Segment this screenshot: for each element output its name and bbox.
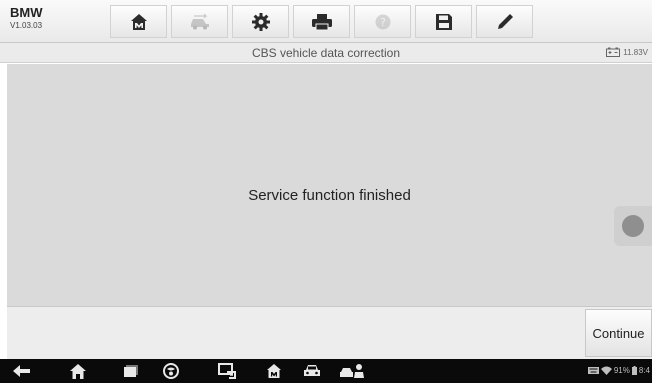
- back-button[interactable]: [12, 363, 32, 379]
- status-message: Service function finished: [248, 187, 411, 204]
- top-header: BMW V1.03.03 ?: [0, 0, 652, 43]
- status-bar: 91% 8:4: [587, 366, 650, 375]
- continue-button[interactable]: Continue: [585, 309, 652, 357]
- clock: 8:4: [638, 366, 650, 375]
- software-version: V1.03.03: [10, 21, 43, 30]
- recent-apps-button[interactable]: [122, 363, 140, 379]
- page-title: CBS vehicle data correction: [251, 46, 401, 60]
- keyboard-icon: [587, 367, 599, 374]
- system-navigation-bar: 91% 8:4: [0, 359, 652, 383]
- vehicle-swap-icon: [190, 13, 209, 29]
- print-icon: [311, 13, 332, 30]
- action-footer: Continue: [7, 306, 652, 359]
- floating-assist-button[interactable]: [614, 206, 652, 246]
- help-icon: ?: [375, 14, 390, 29]
- home-icon: [70, 363, 86, 379]
- help-button[interactable]: ?: [354, 5, 411, 38]
- vehicle-make: BMW: [10, 5, 43, 20]
- tablet-battery-icon: [631, 366, 637, 375]
- toolbar: ?: [110, 5, 537, 38]
- settings-gear-icon: [251, 12, 270, 31]
- browser-icon: [163, 363, 179, 379]
- browser-button[interactable]: [162, 363, 180, 379]
- save-button[interactable]: [415, 5, 472, 38]
- remote-icon: [218, 363, 236, 379]
- home-button[interactable]: [110, 5, 167, 38]
- message-panel: Service function finished: [7, 64, 652, 306]
- battery-percent: 91%: [613, 366, 630, 375]
- recent-apps-icon: [124, 365, 138, 377]
- pen-button[interactable]: [476, 5, 533, 38]
- vci-button[interactable]: [339, 363, 365, 379]
- vehicle-info: BMW V1.03.03: [10, 6, 43, 30]
- android-home-button[interactable]: [68, 363, 88, 379]
- assist-dot-icon: [622, 215, 644, 237]
- svg-text:?: ?: [380, 16, 386, 29]
- battery-voltage-indicator: 11.83V: [606, 47, 648, 57]
- vehicle-button[interactable]: [301, 363, 323, 379]
- vci-icon: [340, 364, 364, 378]
- vehicle-swap-button[interactable]: [171, 5, 228, 38]
- back-icon: [13, 365, 30, 377]
- print-button[interactable]: [293, 5, 350, 38]
- wifi-icon: [600, 366, 612, 375]
- save-icon: [435, 13, 452, 30]
- function-title-bar: CBS vehicle data correction 11.83V: [0, 43, 652, 63]
- car-battery-icon: [606, 47, 621, 57]
- pen-icon: [497, 13, 513, 29]
- maxisys-home-button[interactable]: [265, 363, 283, 379]
- mb-home-icon: [267, 364, 281, 378]
- car-icon: [304, 365, 320, 376]
- settings-button[interactable]: [232, 5, 289, 38]
- battery-voltage-value: 11.83V: [623, 47, 648, 57]
- remote-desktop-button[interactable]: [217, 363, 237, 379]
- home-icon: [130, 13, 147, 30]
